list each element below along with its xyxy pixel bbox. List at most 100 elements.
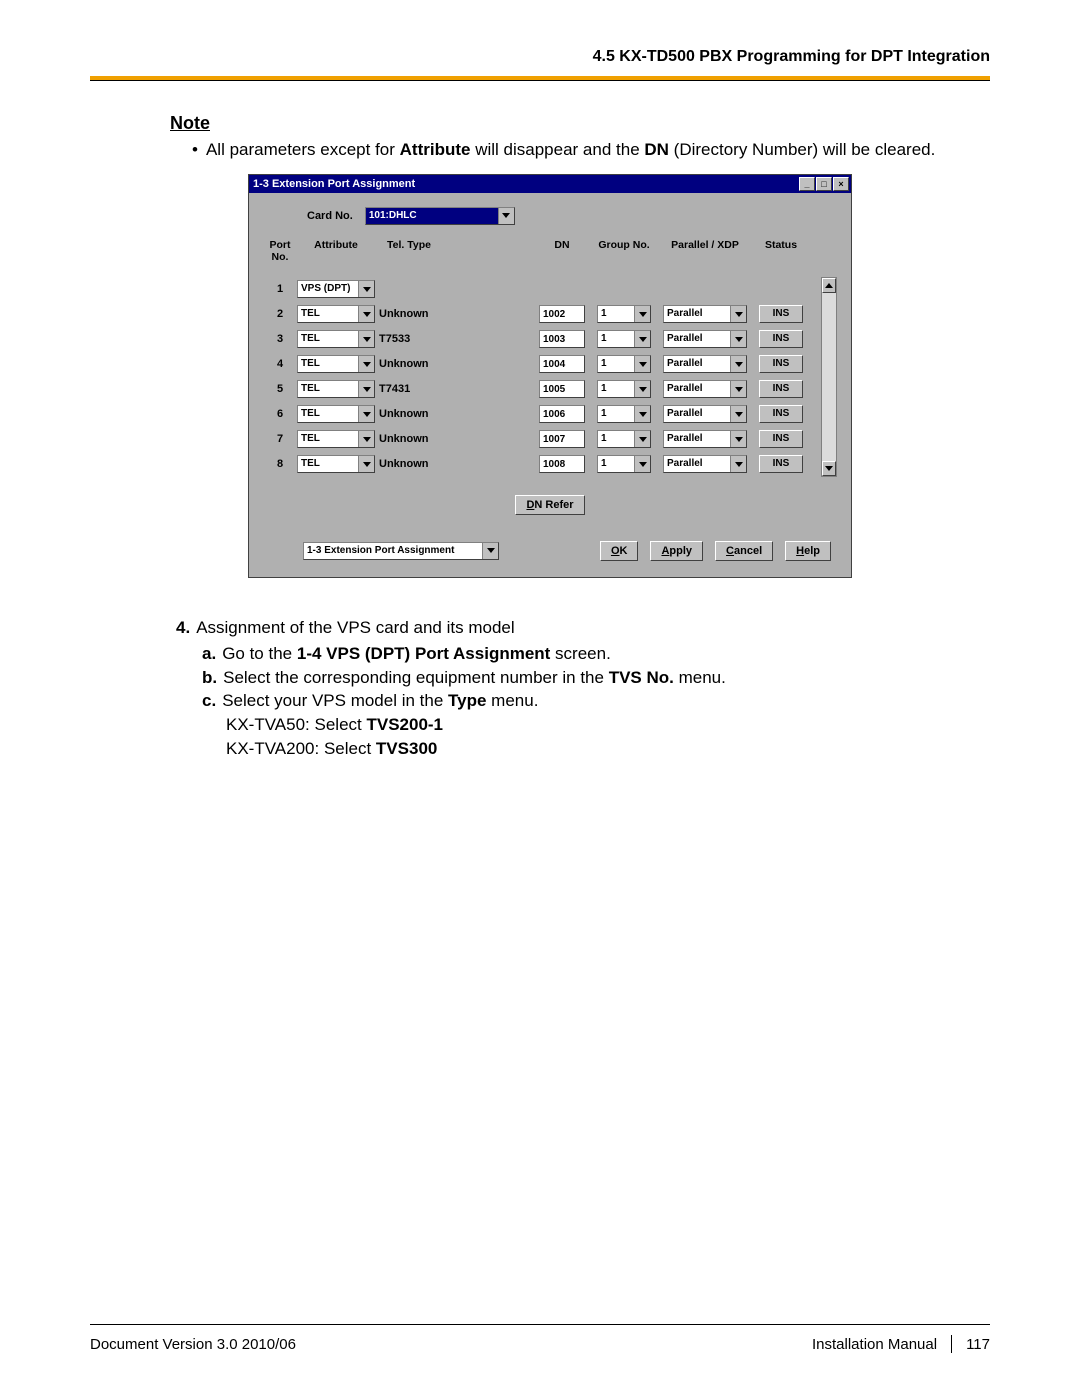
status-button[interactable]: INS <box>759 305 803 323</box>
chevron-down-icon[interactable] <box>730 356 746 372</box>
titlebar: 1-3 Extension Port Assignment _ □ × <box>249 175 851 193</box>
status-button[interactable]: INS <box>759 330 803 348</box>
chevron-down-icon[interactable] <box>730 331 746 347</box>
attribute-select[interactable]: TEL <box>297 405 375 423</box>
chevron-down-icon[interactable] <box>358 456 374 472</box>
dn-input[interactable]: 1008 <box>539 455 585 473</box>
status-button[interactable]: INS <box>759 405 803 423</box>
parallel-xdp-select[interactable]: Parallel <box>663 355 747 373</box>
help-button[interactable]: Help <box>785 541 831 561</box>
chevron-down-icon[interactable] <box>730 406 746 422</box>
step-4a-post: screen. <box>550 644 610 663</box>
attribute-value: VPS (DPT) <box>298 281 358 297</box>
attribute-select[interactable]: TEL <box>297 380 375 398</box>
close-icon[interactable]: × <box>833 177 849 191</box>
chevron-down-icon[interactable] <box>358 306 374 322</box>
chevron-down-icon[interactable] <box>634 356 650 372</box>
table-row: 5TELT743110051ParallelINS <box>263 377 817 402</box>
chevron-down-icon[interactable] <box>498 208 514 224</box>
group-select[interactable]: 1 <box>597 455 651 473</box>
chevron-down-icon[interactable] <box>730 381 746 397</box>
maximize-icon[interactable]: □ <box>816 177 832 191</box>
chevron-down-icon[interactable] <box>358 381 374 397</box>
chevron-down-icon[interactable] <box>634 381 650 397</box>
parallel-xdp-select[interactable]: Parallel <box>663 455 747 473</box>
note-heading: Note <box>170 113 990 134</box>
group-select[interactable]: 1 <box>597 405 651 423</box>
chevron-down-icon[interactable] <box>634 306 650 322</box>
table-row: 3TELT753310031ParallelINS <box>263 327 817 352</box>
teltype-value: T7431 <box>375 383 533 395</box>
chevron-down-icon[interactable] <box>634 456 650 472</box>
chevron-down-icon[interactable] <box>634 431 650 447</box>
status-button[interactable]: INS <box>759 455 803 473</box>
attribute-select[interactable]: TEL <box>297 430 375 448</box>
chevron-down-icon[interactable] <box>634 331 650 347</box>
chevron-down-icon[interactable] <box>730 431 746 447</box>
ok-button[interactable]: OK <box>600 541 639 561</box>
group-select[interactable]: 1 <box>597 430 651 448</box>
step-4-text: Assignment of the VPS card and its model <box>196 618 514 637</box>
parallel-xdp-value: Parallel <box>664 331 730 347</box>
dn-input[interactable]: 1007 <box>539 430 585 448</box>
minimize-icon[interactable]: _ <box>799 177 815 191</box>
attribute-select[interactable]: TEL <box>297 330 375 348</box>
chevron-down-icon[interactable] <box>358 281 374 297</box>
dn-input[interactable]: 1006 <box>539 405 585 423</box>
attribute-select[interactable]: TEL <box>297 305 375 323</box>
scrollbar[interactable] <box>821 277 837 477</box>
step-4: 4.Assignment of the VPS card and its mod… <box>198 618 990 638</box>
parallel-xdp-select[interactable]: Parallel <box>663 430 747 448</box>
note-body: •All parameters except for Attribute wil… <box>210 138 990 162</box>
step-4c-line2-pre: KX-TVA200: Select <box>226 739 376 758</box>
group-select[interactable]: 1 <box>597 330 651 348</box>
dn-refer-button[interactable]: DN Refer <box>515 495 584 515</box>
chevron-down-icon[interactable] <box>358 406 374 422</box>
group-value: 1 <box>598 306 634 322</box>
cancel-button[interactable]: Cancel <box>715 541 773 561</box>
chevron-down-icon[interactable] <box>358 331 374 347</box>
footer-select[interactable]: 1-3 Extension Port Assignment <box>303 542 499 560</box>
scroll-down-icon[interactable] <box>822 461 836 476</box>
table-row: 4TELUnknown10041ParallelINS <box>263 352 817 377</box>
chevron-down-icon[interactable] <box>358 431 374 447</box>
footer-select-value: 1-3 Extension Port Assignment <box>304 543 482 559</box>
parallel-xdp-select[interactable]: Parallel <box>663 380 747 398</box>
parallel-xdp-value: Parallel <box>664 306 730 322</box>
chevron-down-icon[interactable] <box>634 406 650 422</box>
group-value: 1 <box>598 431 634 447</box>
parallel-xdp-select[interactable]: Parallel <box>663 405 747 423</box>
scroll-up-icon[interactable] <box>822 278 836 293</box>
chevron-down-icon[interactable] <box>358 356 374 372</box>
port-number: 8 <box>263 458 297 470</box>
dn-input[interactable]: 1005 <box>539 380 585 398</box>
header-teltype: Tel. Type <box>375 239 533 263</box>
chevron-down-icon[interactable] <box>730 456 746 472</box>
parallel-xdp-select[interactable]: Parallel <box>663 305 747 323</box>
group-value: 1 <box>598 456 634 472</box>
attribute-value: TEL <box>298 406 358 422</box>
step-4a-pre: Go to the <box>222 644 297 663</box>
apply-button[interactable]: Apply <box>650 541 703 561</box>
attribute-select[interactable]: TEL <box>297 455 375 473</box>
chevron-down-icon[interactable] <box>482 543 498 559</box>
group-select[interactable]: 1 <box>597 355 651 373</box>
attribute-value: TEL <box>298 456 358 472</box>
card-no-select[interactable]: 101:DHLC <box>365 207 515 225</box>
group-select[interactable]: 1 <box>597 380 651 398</box>
chevron-down-icon[interactable] <box>730 306 746 322</box>
dn-input[interactable]: 1003 <box>539 330 585 348</box>
dn-input[interactable]: 1002 <box>539 305 585 323</box>
step-4c-line1-bold: TVS200-1 <box>366 715 443 734</box>
status-button[interactable]: INS <box>759 355 803 373</box>
status-button[interactable]: INS <box>759 430 803 448</box>
dn-input[interactable]: 1004 <box>539 355 585 373</box>
attribute-select[interactable]: TEL <box>297 355 375 373</box>
group-select[interactable]: 1 <box>597 305 651 323</box>
step-4a-letter: a. <box>202 644 222 663</box>
parallel-xdp-value: Parallel <box>664 456 730 472</box>
parallel-xdp-select[interactable]: Parallel <box>663 330 747 348</box>
status-button[interactable]: INS <box>759 380 803 398</box>
teltype-value: Unknown <box>375 458 533 470</box>
attribute-select[interactable]: VPS (DPT) <box>297 280 375 298</box>
